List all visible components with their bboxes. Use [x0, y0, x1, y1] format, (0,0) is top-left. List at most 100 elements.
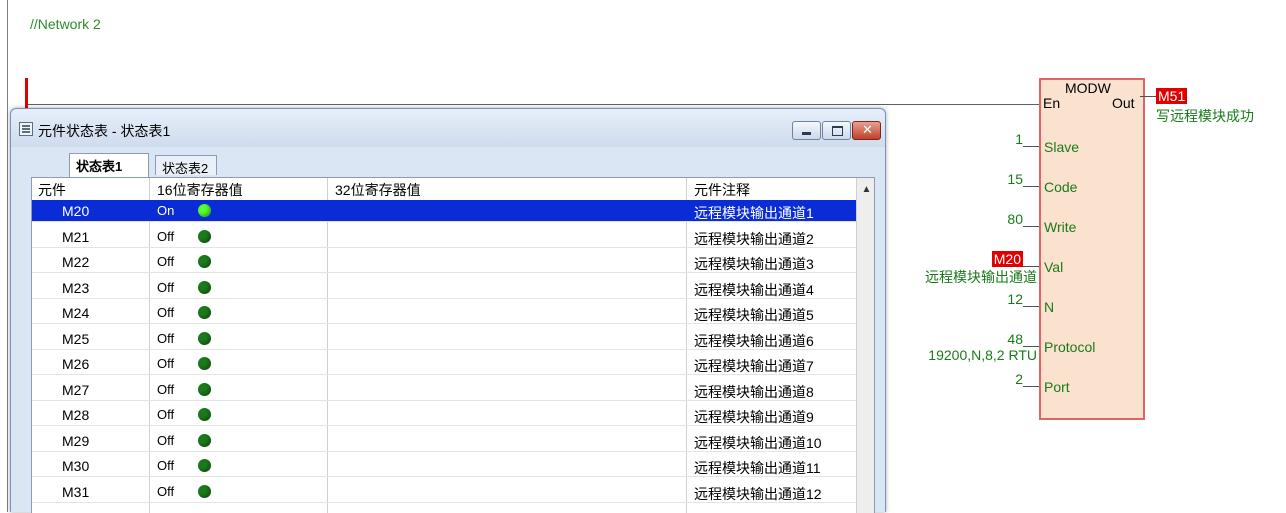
table-row[interactable]: M25 Off 远程模块输出通道6: [32, 328, 856, 350]
element-state: Off: [157, 279, 175, 295]
element-state: Off: [157, 483, 175, 499]
element-comment: 远程模块输出通道7: [694, 358, 814, 374]
table-row[interactable]: M23 Off 远程模块输出通道4: [32, 277, 856, 299]
maximize-button[interactable]: [822, 121, 851, 140]
col-header-element[interactable]: 元件: [38, 180, 66, 200]
status-led-icon: [198, 255, 211, 268]
output-comment: 写远程模块成功: [1156, 108, 1254, 124]
status-led-icon: [198, 229, 211, 243]
pin-value-protocol[interactable]: 48: [1007, 331, 1023, 347]
table-row[interactable]: M21 Off 远程模块输出通道2: [32, 226, 856, 248]
table-row[interactable]: M24 Off 远程模块输出通道5: [32, 302, 856, 324]
close-button[interactable]: [852, 121, 881, 140]
pin-label-write: Write: [1044, 219, 1077, 235]
status-led-icon: [198, 280, 211, 294]
element-comment: 远程模块输出通道5: [694, 307, 814, 323]
status-led-icon: [198, 382, 211, 396]
element-state: Off: [157, 432, 175, 448]
table-row[interactable]: M28 Off 远程模块输出通道9: [32, 404, 856, 426]
function-block-name: MODW: [1065, 80, 1111, 96]
status-grid: 元件 16位寄存器值 32位寄存器值 元件注释 M20 On 远程模块输出通道1 M2…: [31, 177, 875, 513]
table-row[interactable]: M29 Off 远程模块输出通道10: [32, 430, 856, 452]
element-comment: 远程模块输出通道6: [694, 332, 814, 349]
element-name: M23: [62, 279, 90, 296]
out-pin-label: Out: [1112, 95, 1135, 111]
element-state: Off: [157, 330, 175, 346]
pin-wire: [1023, 186, 1039, 187]
status-led-icon: [198, 331, 211, 345]
output-coil[interactable]: M51: [1156, 88, 1188, 104]
element-name: M21: [62, 228, 90, 245]
pin-label-val: Val: [1044, 259, 1064, 275]
col-header-comment[interactable]: 元件注释: [694, 180, 750, 200]
minimize-button[interactable]: [792, 121, 821, 140]
pin-comment-protocol: 19200,N,8,2 RTU: [928, 347, 1037, 363]
status-led-icon: [198, 459, 211, 472]
element-state: Off: [157, 381, 175, 397]
element-state: Off: [157, 305, 175, 320]
element-state: Off: [157, 458, 175, 473]
pin-label-code: Code: [1044, 179, 1078, 195]
pin-comment-val: 远程模块输出通道: [925, 269, 1037, 285]
element-name: M25: [62, 330, 90, 347]
element-comment: 远程模块输出通道4: [694, 281, 814, 298]
status-led-icon: [198, 433, 211, 447]
element-name: M24: [62, 305, 90, 321]
table-row[interactable]: M22 Off 远程模块输出通道3: [32, 251, 856, 273]
table-row[interactable]: M31 Off 远程模块输出通道12: [32, 481, 856, 503]
rung-wire: [28, 104, 1040, 105]
status-led-icon: [198, 484, 211, 498]
vertical-scrollbar[interactable]: ▲: [856, 178, 874, 513]
pin-value-write[interactable]: 80: [1007, 211, 1023, 227]
col-header-16bit[interactable]: 16位寄存器值: [157, 180, 243, 200]
pin-value-slave[interactable]: 1: [1015, 131, 1023, 147]
status-led-icon: [198, 204, 211, 217]
pin-wire: [1023, 146, 1039, 147]
element-comment: 远程模块输出通道1: [694, 205, 814, 221]
network-title: //Network 2: [30, 16, 101, 32]
pin-label-n: N: [1044, 299, 1055, 315]
scroll-up-icon[interactable]: ▲: [859, 182, 874, 198]
element-comment: 远程模块输出通道8: [694, 383, 814, 400]
element-state: Off: [157, 228, 175, 244]
out-wire: [1140, 96, 1156, 97]
pin-wire: [1023, 226, 1039, 227]
element-name: M20: [62, 203, 90, 219]
table-row[interactable]: M20 On 远程模块输出通道1: [32, 200, 856, 222]
table-row[interactable]: M26 Off 远程模块输出通道7: [32, 353, 856, 375]
element-state: Off: [157, 254, 175, 269]
pin-wire: [1023, 386, 1039, 387]
status-led-icon: [198, 306, 211, 319]
pin-wire: [1023, 306, 1039, 307]
pin-value-code[interactable]: 15: [1007, 171, 1023, 187]
element-name: M28: [62, 407, 90, 423]
element-comment: 远程模块输出通道10: [694, 434, 822, 451]
pin-value-val[interactable]: M20: [991, 251, 1023, 267]
element-name: M26: [62, 356, 90, 372]
tab-status-table-2[interactable]: 状态表2: [155, 155, 217, 176]
col-header-32bit[interactable]: 32位寄存器值: [335, 180, 421, 200]
window-titlebar[interactable]: 元件状态表 - 状态表1: [11, 109, 885, 147]
tab-status-table-1[interactable]: 状态表1: [69, 153, 149, 177]
table-icon: [19, 122, 33, 136]
modw-function-block[interactable]: [1039, 78, 1145, 420]
element-state: Off: [157, 407, 175, 422]
pin-label-protocol: Protocol: [1044, 339, 1096, 355]
element-comment: 远程模块输出通道12: [694, 485, 822, 502]
status-led-icon: [198, 357, 211, 370]
pin-label-slave: Slave: [1044, 139, 1080, 155]
pin-label-port: Port: [1044, 379, 1070, 395]
pin-value-port[interactable]: 2: [1015, 371, 1023, 387]
element-name: M29: [62, 432, 90, 449]
table-row[interactable]: M27 Off 远程模块输出通道8: [32, 379, 856, 401]
element-comment: 远程模块输出通道9: [694, 409, 814, 425]
element-state: On: [157, 203, 175, 218]
en-pin-label: En: [1043, 95, 1061, 111]
table-row[interactable]: M30 Off 远程模块输出通道11: [32, 455, 856, 477]
element-name: M30: [62, 458, 90, 474]
pin-value-n[interactable]: 12: [1007, 291, 1023, 307]
left-editor-rail: [7, 0, 8, 512]
status-led-icon: [198, 408, 211, 421]
element-name: M27: [62, 381, 90, 398]
status-table-window: 元件状态表 - 状态表1 状态表1 状态表2 元件 16位寄存器值 32位寄存器…: [10, 108, 886, 513]
